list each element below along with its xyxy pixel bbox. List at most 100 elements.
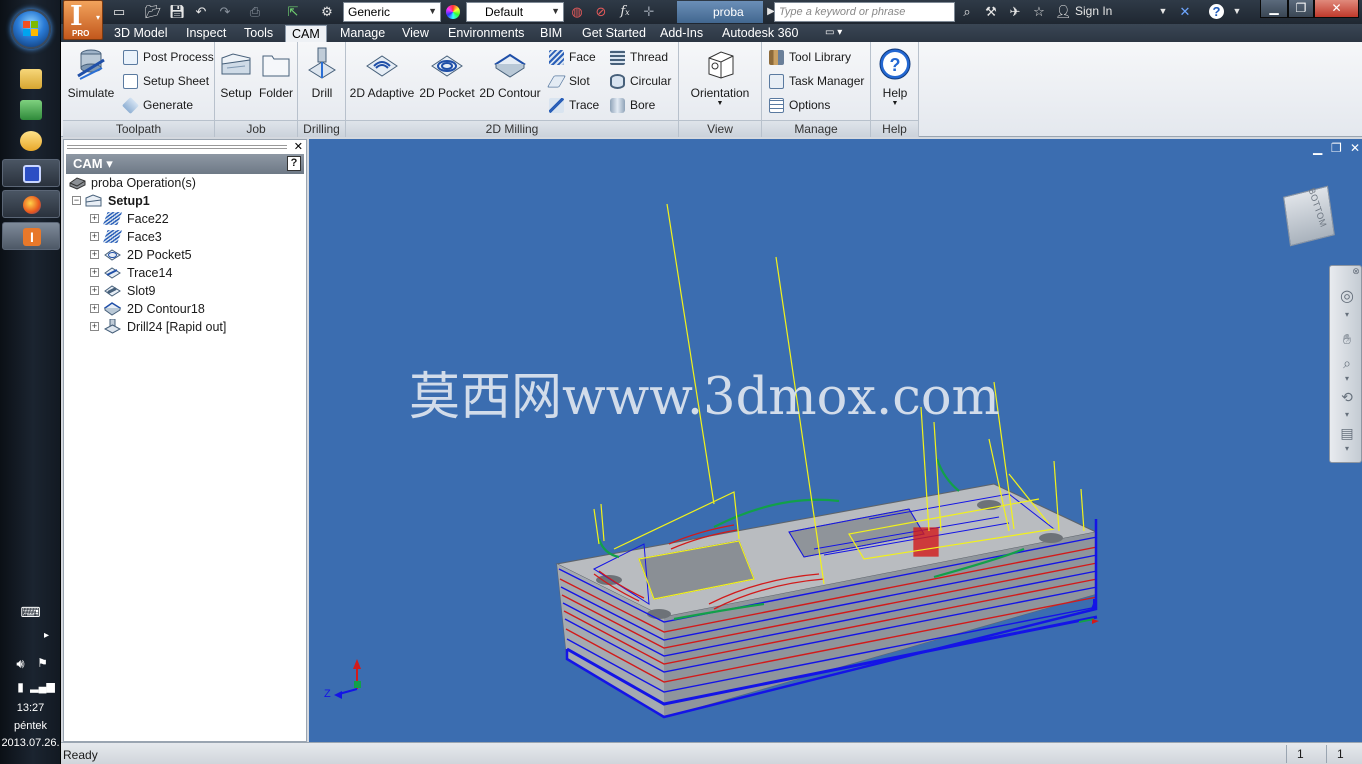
start-button[interactable] — [11, 9, 51, 49]
appearance-select[interactable]: Default ▼ — [466, 2, 564, 22]
tab-bim[interactable]: BIM — [534, 25, 568, 42]
tab-inspect[interactable]: Inspect — [180, 25, 232, 42]
taskbar-save-app[interactable] — [2, 159, 60, 187]
expand-icon[interactable]: + — [90, 214, 99, 223]
measure-icon[interactable]: ✛ — [641, 4, 657, 19]
explorer-icon[interactable] — [20, 69, 42, 89]
tree-op-trace14[interactable]: + Trace14 — [90, 264, 300, 282]
graphics-viewport[interactable]: ▁ ❐ ✕ Z 莫西网www.3dmox.com BOTTOM ⊗ ◎ ▾ ✋︎… — [309, 139, 1362, 742]
tab-cam[interactable]: CAM — [285, 25, 327, 42]
document-tab[interactable]: proba — [677, 1, 763, 23]
taskbar-firefox[interactable] — [2, 190, 60, 218]
dropdown-icon[interactable]: ▾ — [1338, 410, 1356, 420]
tree-op-2d-pocket5[interactable]: + 2D Pocket5 — [90, 246, 300, 264]
circular-button[interactable]: Circular — [610, 72, 671, 92]
communication-icon[interactable]: ✈ — [1007, 4, 1023, 19]
application-menu-button[interactable]: I PRO ▾ — [63, 0, 103, 40]
navbar-close-icon[interactable]: ⊗ — [1351, 266, 1361, 276]
fx-icon[interactable]: fx — [617, 4, 633, 19]
expand-icon[interactable]: + — [90, 250, 99, 259]
collapse-icon[interactable]: − — [72, 196, 81, 205]
options-button[interactable]: Options — [769, 96, 830, 116]
sign-in-link[interactable]: Sign In — [1075, 4, 1112, 18]
dropdown-icon[interactable]: ▾ — [1338, 444, 1356, 454]
face-button[interactable]: Face — [549, 48, 596, 68]
tab-add-ins[interactable]: Add-Ins — [654, 25, 709, 42]
help-icon[interactable]: ? — [1209, 4, 1224, 19]
clock-day[interactable]: péntek — [0, 720, 61, 732]
thread-button[interactable]: Thread — [610, 48, 668, 68]
slot-button[interactable]: Slot — [547, 72, 590, 92]
tab-manage[interactable]: Manage — [334, 25, 391, 42]
return-icon[interactable]: ⇱ — [285, 4, 301, 19]
tree-op-drill24[interactable]: + Drill24 [Rapid out] — [90, 318, 300, 336]
bore-button[interactable]: Bore — [610, 96, 655, 116]
open-icon[interactable]: 📂︎ — [145, 4, 162, 19]
tree-op-2d-contour18[interactable]: + 2D Contour18 — [90, 300, 300, 318]
subscription-icon[interactable]: ⚒ — [983, 4, 999, 19]
tree-setup[interactable]: − Setup1 — [72, 192, 302, 210]
expand-icon[interactable]: + — [90, 286, 99, 295]
trace-button[interactable]: Trace — [549, 96, 599, 116]
post-process-button[interactable]: Post Process — [123, 48, 214, 68]
orbit-icon[interactable]: ⟲ — [1338, 388, 1356, 406]
task-manager-button[interactable]: Task Manager — [769, 72, 864, 92]
tab-get-started[interactable]: Get Started — [576, 25, 652, 42]
pan-hand-icon[interactable]: ✋︎ — [1338, 330, 1356, 348]
tab-tools[interactable]: Tools — [238, 25, 279, 42]
redo-icon[interactable]: ↷ — [217, 4, 233, 19]
tool-library-button[interactable]: Tool Library — [769, 48, 851, 68]
simulate-button[interactable]: Simulate — [65, 46, 117, 100]
2d-adaptive-button[interactable]: 2D Adaptive — [348, 46, 416, 100]
print-icon[interactable]: ⎙ — [247, 4, 263, 19]
keyboard-icon[interactable]: ⌨ — [0, 604, 61, 621]
browser-header[interactable]: CAM ▾ ? — [66, 154, 304, 174]
expand-icon[interactable]: + — [90, 322, 99, 331]
tree-op-face3[interactable]: + Face3 — [90, 228, 300, 246]
clock-date[interactable]: 2013.07.26. — [0, 737, 61, 749]
zoom-icon[interactable]: ⌕ — [1338, 354, 1356, 372]
undo-icon[interactable]: ↶ — [193, 4, 209, 19]
tab-3d-model[interactable]: 3D Model — [108, 25, 174, 42]
expand-icon[interactable]: + — [90, 232, 99, 241]
expand-icon[interactable]: + — [90, 268, 99, 277]
tab-environments[interactable]: Environments — [442, 25, 530, 42]
binoculars-icon[interactable]: ⌕ — [959, 4, 975, 19]
folder-button[interactable]: Folder — [257, 46, 295, 100]
browser-grip[interactable] — [67, 145, 287, 149]
color-wheel-icon[interactable] — [446, 5, 460, 19]
help-search-input[interactable]: Type a keyword or phrase — [774, 2, 955, 22]
expand-icon[interactable]: + — [90, 304, 99, 313]
dropdown-icon[interactable]: ▾ — [1338, 374, 1356, 384]
maximize-button[interactable]: ❐ — [1288, 0, 1314, 18]
messenger-icon[interactable] — [20, 131, 42, 151]
material-select[interactable]: Generic ▼ — [343, 2, 441, 22]
tab-view[interactable]: View — [396, 25, 435, 42]
orientation-button[interactable]: Orientation ▼ — [685, 46, 755, 107]
adjust-appearance-icon[interactable]: ◍ — [569, 4, 585, 19]
toolpath-model[interactable] — [309, 139, 1362, 742]
browser-help-icon[interactable]: ? — [287, 156, 301, 171]
new-icon[interactable]: ▭ — [111, 4, 127, 19]
exchange-app-icon[interactable]: ✕ — [1177, 4, 1193, 19]
setup-sheet-button[interactable]: Setup Sheet — [123, 72, 209, 92]
drill-button[interactable]: Drill — [303, 46, 341, 100]
browser-close-icon[interactable]: ✕ — [294, 140, 303, 153]
update-icon[interactable]: ⚙ — [319, 4, 335, 19]
clear-appearance-icon[interactable]: ⊘ — [593, 4, 609, 19]
favorites-icon[interactable]: ☆ — [1031, 4, 1047, 19]
tab-autodesk-360[interactable]: Autodesk 360 — [716, 25, 804, 42]
monitor-icon[interactable] — [20, 100, 42, 120]
taskbar-inventor[interactable]: I — [2, 222, 60, 250]
tree-op-slot9[interactable]: + Slot9 — [90, 282, 300, 300]
2d-pocket-button[interactable]: 2D Pocket — [419, 46, 475, 100]
clock-time[interactable]: 13:27 — [0, 702, 61, 714]
tree-root[interactable]: proba Operation(s) — [69, 174, 299, 192]
look-at-icon[interactable]: ▤ — [1338, 424, 1356, 442]
ribbon-options-icon[interactable]: ▭ ▾ — [819, 25, 848, 42]
steering-wheel-icon[interactable]: ◎ — [1338, 288, 1356, 306]
user-icon[interactable]: 👤︎ — [1055, 4, 1072, 19]
2d-contour-button[interactable]: 2D Contour — [478, 46, 542, 100]
tree-op-face22[interactable]: + Face22 — [90, 210, 300, 228]
save-icon[interactable]: 💾︎ — [169, 4, 186, 19]
